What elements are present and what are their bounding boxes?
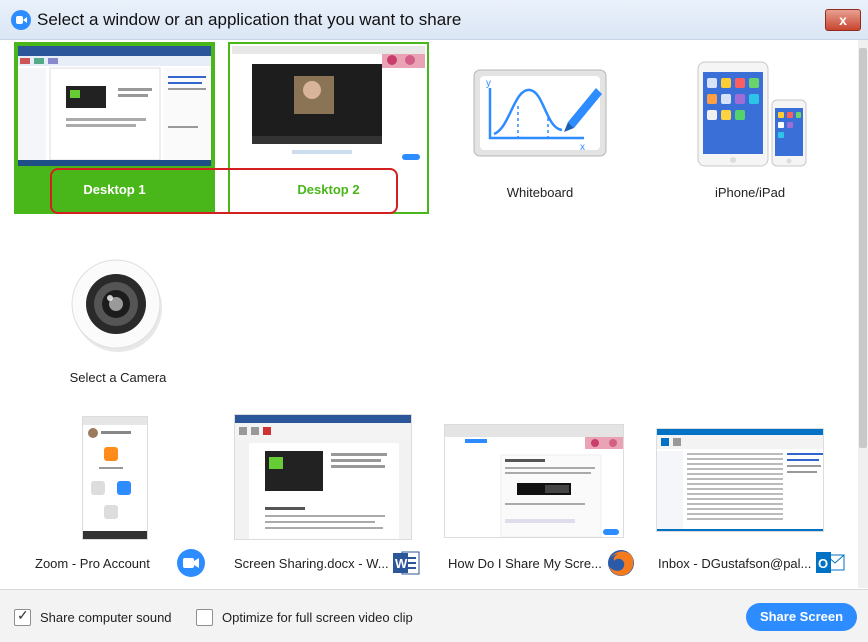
word-window-thumbnail[interactable] [234,414,412,540]
optimize-video-label: Optimize for full screen video clip [222,610,413,625]
zoom-window-label: Zoom - Pro Account [35,556,150,571]
dialog-title: Select a window or an application that y… [37,10,462,29]
share-options-area: Desktop 1 Desktop 2 y x Whiteboard iPhon… [0,40,868,588]
outlook-icon: O [815,549,845,577]
desktop-1-thumbnail [18,46,211,166]
whiteboard-icon: y x [473,69,607,157]
share-computer-sound-checkbox[interactable]: ✓ [14,607,31,626]
svg-text:W: W [395,556,408,571]
zoom-icon [176,548,206,578]
footer-bar: ✓ Share computer sound Optimize for full… [0,589,868,642]
vertical-scrollbar[interactable] [858,40,868,588]
camera-tile[interactable] [70,258,166,354]
desktop-2-thumbnail [232,46,425,166]
camera-label: Select a Camera [69,370,167,385]
iphone-ipad-icon [697,61,807,167]
title-bar: Select a window or an application that y… [0,0,868,40]
desktop-highlight-annotation [50,168,398,214]
svg-text:x: x [580,142,585,153]
whiteboard-label: Whiteboard [506,185,574,200]
iphone-ipad-label: iPhone/iPad [714,185,786,200]
svg-text:O: O [818,556,828,571]
share-computer-sound-label: Share computer sound [40,610,172,625]
svg-text:y: y [486,78,491,89]
iphone-ipad-tile[interactable] [694,60,812,170]
word-window-label: Screen Sharing.docx - W... [234,556,389,571]
whiteboard-tile[interactable]: y x [472,68,608,163]
outlook-window-thumbnail[interactable] [656,428,824,532]
firefox-icon [606,548,636,578]
share-screen-button[interactable]: Share Screen [746,603,857,631]
optimize-video-checkbox[interactable] [196,609,213,626]
browser-window-label: How Do I Share My Scre... [448,556,602,571]
camera-icon [71,259,162,352]
checkmark-icon: ✓ [17,607,29,623]
browser-window-thumbnail[interactable] [444,424,624,538]
close-button[interactable]: x [825,9,861,31]
word-icon: W [392,549,420,577]
outlook-window-label: Inbox - DGustafson@pal... [658,556,812,571]
zoom-window-thumbnail[interactable] [82,416,148,540]
scrollbar-thumb[interactable] [859,48,867,448]
zoom-logo-icon [11,10,31,30]
